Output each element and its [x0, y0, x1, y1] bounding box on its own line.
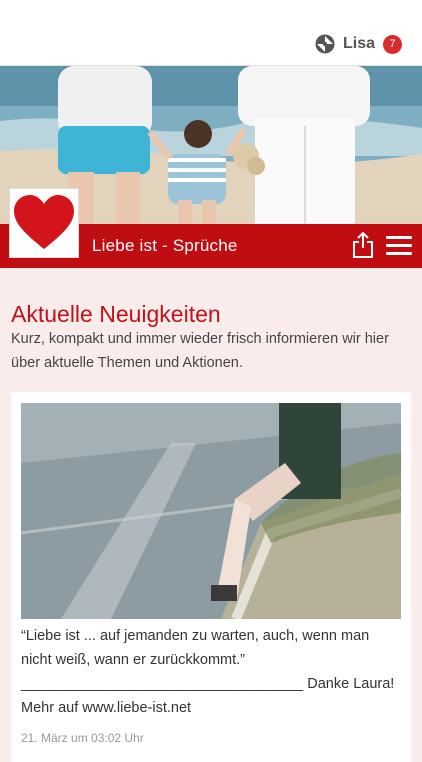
share-icon[interactable]: [350, 231, 376, 259]
post-timestamp: 21. März um 03:02 Uhr: [21, 731, 144, 745]
news-image: [21, 403, 401, 619]
post-quote: “Liebe ist ... auf jemanden zu warten, a…: [21, 628, 370, 668]
post-more-link[interactable]: Mehr auf www.liebe-ist.net: [21, 696, 403, 720]
news-card[interactable]: “Liebe ist ... auf jemanden zu warten, a…: [11, 392, 411, 762]
user-name[interactable]: Lisa: [343, 35, 375, 53]
top-bar: Lisa 7: [0, 0, 422, 66]
notification-badge[interactable]: 7: [383, 34, 402, 54]
puzzle-logo-icon: [315, 34, 335, 54]
hamburger-menu-icon[interactable]: [386, 236, 412, 258]
heart-icon[interactable]: [10, 189, 78, 257]
app-title: Liebe ist - Sprüche: [92, 236, 238, 255]
post-text: “Liebe ist ... auf jemanden zu warten, a…: [21, 624, 403, 720]
intro-text: Kurz, kompakt und immer wieder frisch in…: [11, 331, 389, 371]
section-title: Aktuelle Neuigkeiten: [11, 301, 221, 328]
user-menu[interactable]: Lisa 7: [315, 33, 402, 55]
post-signature: ___________________________________ Dank…: [21, 676, 395, 692]
